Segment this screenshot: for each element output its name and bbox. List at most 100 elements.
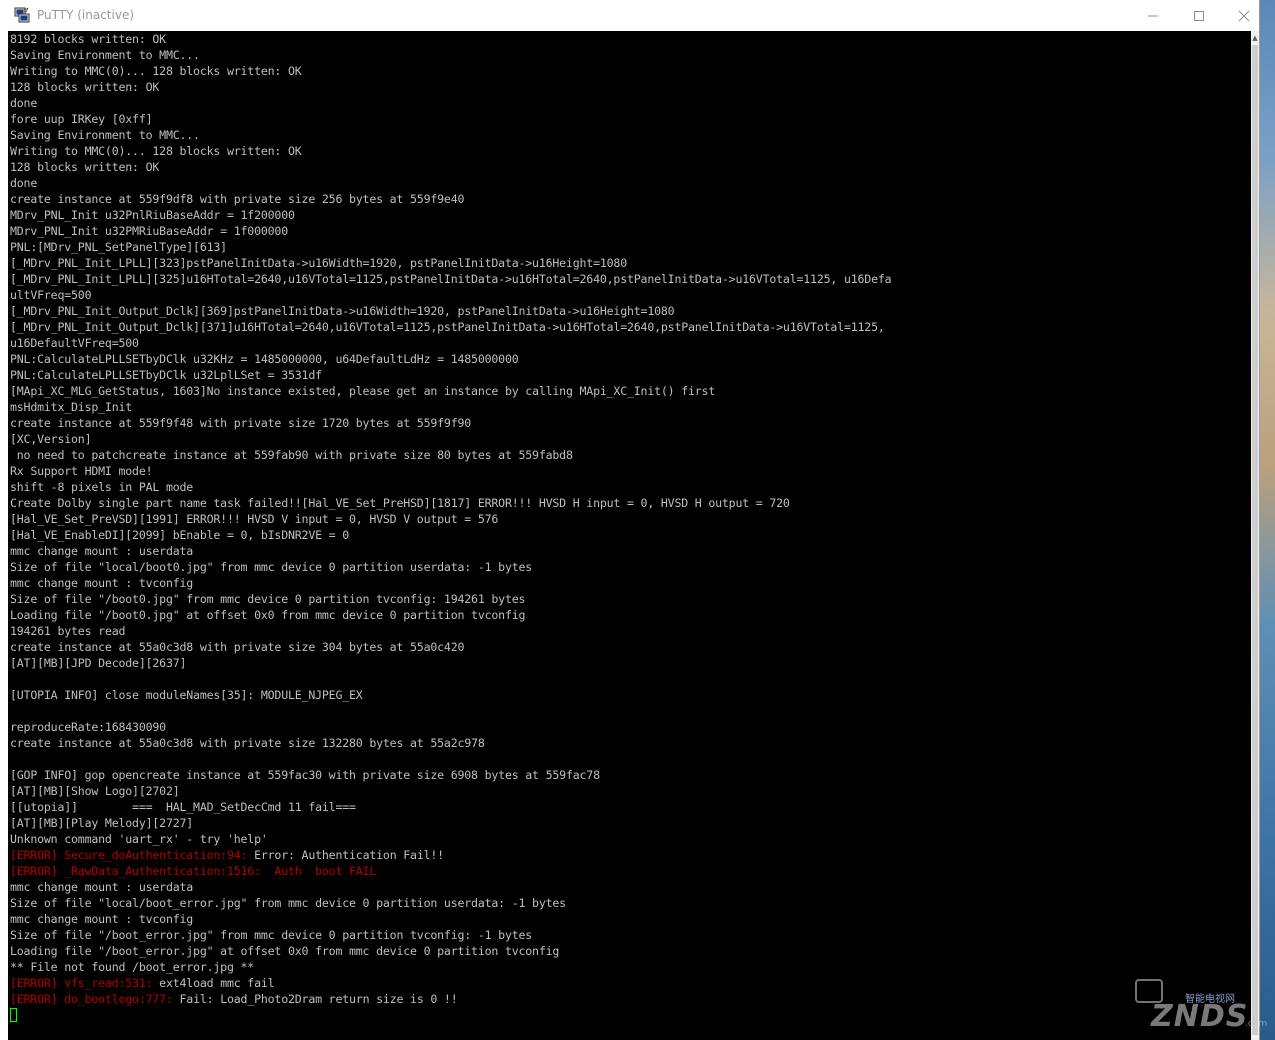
log-text: Saving Environment to MMC... — [10, 48, 200, 62]
scroll-up-icon[interactable]: ▲ — [1251, 33, 1259, 43]
log-text: [XC,Version] — [10, 432, 92, 446]
text-cursor — [10, 1008, 17, 1022]
terminal-line: MDrv_PNL_Init u32PnlRiuBaseAddr = 1f2000… — [10, 207, 891, 223]
error-text: [ERROR] vfs_read:531: — [10, 976, 160, 990]
terminal-line: MDrv_PNL_Init u32PMRiuBaseAddr = 1f00000… — [10, 223, 891, 239]
log-text: [MApi_XC_MLG_GetStatus, 1603]No instance… — [10, 384, 716, 398]
terminal-line: no need to patchcreate instance at 559fa… — [10, 447, 891, 463]
terminal-line: [Hal_VE_EnableDI][2099] bEnable = 0, bIs… — [10, 527, 891, 543]
log-text: Fail: Load_Photo2Dram return size is 0 !… — [179, 992, 458, 1006]
log-text: Loading file "/boot_error.jpg" at offset… — [10, 944, 560, 958]
log-text: [AT][MB][JPD Decode][2637] — [10, 656, 187, 670]
log-text: mmc change mount : tvconfig — [10, 912, 194, 926]
log-text: 8192 blocks written: OK — [10, 32, 166, 46]
log-text: mmc change mount : userdata — [10, 880, 194, 894]
log-text: Error: Authentication Fail!! — [254, 848, 444, 862]
terminal-line: [_MDrv_PNL_Init_Output_Dclk][369]pstPane… — [10, 303, 891, 319]
terminal-output[interactable]: 8192 blocks written: OK Saving Environmen… — [8, 31, 1251, 1040]
log-text: [[utopia]] === HAL_MAD_SetDecCmd 11 fail… — [10, 800, 356, 814]
log-text: [_MDrv_PNL_Init_Output_Dclk][371]u16HTot… — [10, 320, 885, 334]
watermark-brand: ZNDS — [1151, 999, 1249, 1034]
log-text: fore uup IRKey [0xff] — [10, 112, 153, 126]
close-button[interactable] — [1221, 0, 1267, 31]
terminal-line: PNL:CalculateLPLLSETbyDClk u32LplLSet = … — [10, 367, 891, 383]
terminal-lines: 8192 blocks written: OK Saving Environmen… — [10, 31, 892, 1023]
log-text: mmc change mount : tvconfig — [10, 576, 194, 590]
log-text: PNL:CalculateLPLLSETbyDClk u32KHz = 1485… — [10, 352, 519, 366]
log-text: create instance at 559f9df8 with private… — [10, 192, 465, 206]
terminal-line: [_MDrv_PNL_Init_Output_Dclk][371]u16HTot… — [10, 319, 891, 335]
maximize-button[interactable] — [1176, 0, 1222, 31]
log-text: mmc change mount : userdata — [10, 544, 194, 558]
terminal-line: [MApi_XC_MLG_GetStatus, 1603]No instance… — [10, 383, 891, 399]
terminal-line: mmc change mount : tvconfig — [10, 911, 891, 927]
znds-watermark: 智能电视网 ZNDS .com — [1135, 975, 1267, 1037]
vertical-scrollbar[interactable]: ▲ — [1251, 31, 1259, 1040]
terminal-line: ** File not found /boot_error.jpg ** — [10, 959, 891, 975]
log-text: create instance at 559f9f48 with private… — [10, 416, 472, 430]
terminal-line: mmc change mount : tvconfig — [10, 575, 891, 591]
title-bar[interactable]: PuTTY (inactive) — [0, 0, 1259, 31]
log-text: done — [10, 176, 38, 190]
terminal-line: Size of file "local/boot0.jpg" from mmc … — [10, 559, 891, 575]
log-text: [AT][MB][Play Melody][2727] — [10, 816, 194, 830]
terminal-line: Loading file "/boot0.jpg" at offset 0x0 … — [10, 607, 891, 623]
putty-window: PuTTY (inactive) 8192 blocks written: OK… — [0, 0, 1260, 1040]
log-text: 128 blocks written: OK — [10, 160, 160, 174]
terminal-line: [_MDrv_PNL_Init_LPLL][323]pstPanelInitDa… — [10, 255, 891, 271]
terminal-line: [GOP INFO] gop opencreate instance at 55… — [10, 767, 891, 783]
log-text: ext4load mmc fail — [159, 976, 275, 990]
terminal-line: [AT][MB][Play Melody][2727] — [10, 815, 891, 831]
window-title: PuTTY (inactive) — [37, 8, 135, 22]
terminal-line: shift -8 pixels in PAL mode — [10, 479, 891, 495]
terminal-line: reproduceRate:168430090 — [10, 719, 891, 735]
log-text: shift -8 pixels in PAL mode — [10, 480, 194, 494]
log-text: msHdmitx_Disp_Init — [10, 400, 133, 414]
scrollbar-thumb[interactable] — [1252, 45, 1258, 1035]
log-text: [AT][MB][Show Logo][2702] — [10, 784, 180, 798]
log-text: [GOP INFO] gop opencreate instance at 55… — [10, 768, 600, 782]
terminal-line: create instance at 55a0c3d8 with private… — [10, 735, 891, 751]
log-text: 128 blocks written: OK — [10, 80, 160, 94]
log-text: MDrv_PNL_Init u32PMRiuBaseAddr = 1f00000… — [10, 224, 288, 238]
terminal-line: mmc change mount : userdata — [10, 543, 891, 559]
log-text: Size of file "local/boot0.jpg" from mmc … — [10, 560, 533, 574]
log-text: u16DefaultVFreq=500 — [10, 336, 139, 350]
terminal-line: [XC,Version] — [10, 431, 891, 447]
putty-icon[interactable] — [14, 7, 30, 23]
error-text: [ERROR] Secure_doAuthentication:94: — [10, 848, 255, 862]
minimize-button[interactable] — [1130, 0, 1176, 31]
log-text: [Hal_VE_EnableDI][2099] bEnable = 0, bIs… — [10, 528, 350, 542]
log-text: 194261 bytes read — [10, 624, 126, 638]
log-text: Rx Support HDMI mode! — [10, 464, 153, 478]
prompt-line — [10, 1007, 891, 1023]
log-text: ultVFreq=500 — [10, 288, 92, 302]
log-text: MDrv_PNL_Init u32PnlRiuBaseAddr = 1f2000… — [10, 208, 295, 222]
terminal-line: done — [10, 175, 891, 191]
log-text: create instance at 55a0c3d8 with private… — [10, 640, 465, 654]
terminal-line: 128 blocks written: OK — [10, 159, 891, 175]
log-text: no need to patchcreate instance at 559fa… — [10, 448, 573, 462]
terminal-line: 128 blocks written: OK — [10, 79, 891, 95]
terminal-line: Saving Environment to MMC... — [10, 47, 891, 63]
watermark-suffix: .com — [1245, 1019, 1268, 1029]
terminal-line: [ERROR] do_bootlogo:777: Fail: Load_Phot… — [10, 991, 891, 1007]
log-text: create instance at 55a0c3d8 with private… — [10, 736, 485, 750]
log-text: Writing to MMC(0)... 128 blocks written:… — [10, 144, 302, 158]
terminal-line: [_MDrv_PNL_Init_LPLL][325]u16HTotal=2640… — [10, 271, 892, 287]
terminal-line: create instance at 559f9f48 with private… — [10, 415, 891, 431]
terminal-line: create instance at 559f9df8 with private… — [10, 191, 891, 207]
maximize-icon — [1194, 10, 1204, 21]
log-text: PNL:CalculateLPLLSETbyDClk u32LplLSet = … — [10, 368, 322, 382]
error-text: [ERROR] do_bootlogo:777: — [10, 992, 180, 1006]
terminal-line: u16DefaultVFreq=500 — [10, 335, 891, 351]
log-text: Writing to MMC(0)... 128 blocks written:… — [10, 64, 302, 78]
terminal-line: Size of file "/boot0.jpg" from mmc devic… — [10, 591, 891, 607]
error-text: [ERROR] _RawData_Authentication:1516: Au… — [10, 864, 377, 878]
terminal-line: Loading file "/boot_error.jpg" at offset… — [10, 943, 891, 959]
log-text: PNL:[MDrv_PNL_SetPanelType][613] — [10, 240, 227, 254]
terminal-line: msHdmitx_Disp_Init — [10, 399, 891, 415]
terminal-line: Writing to MMC(0)... 128 blocks written:… — [10, 143, 891, 159]
